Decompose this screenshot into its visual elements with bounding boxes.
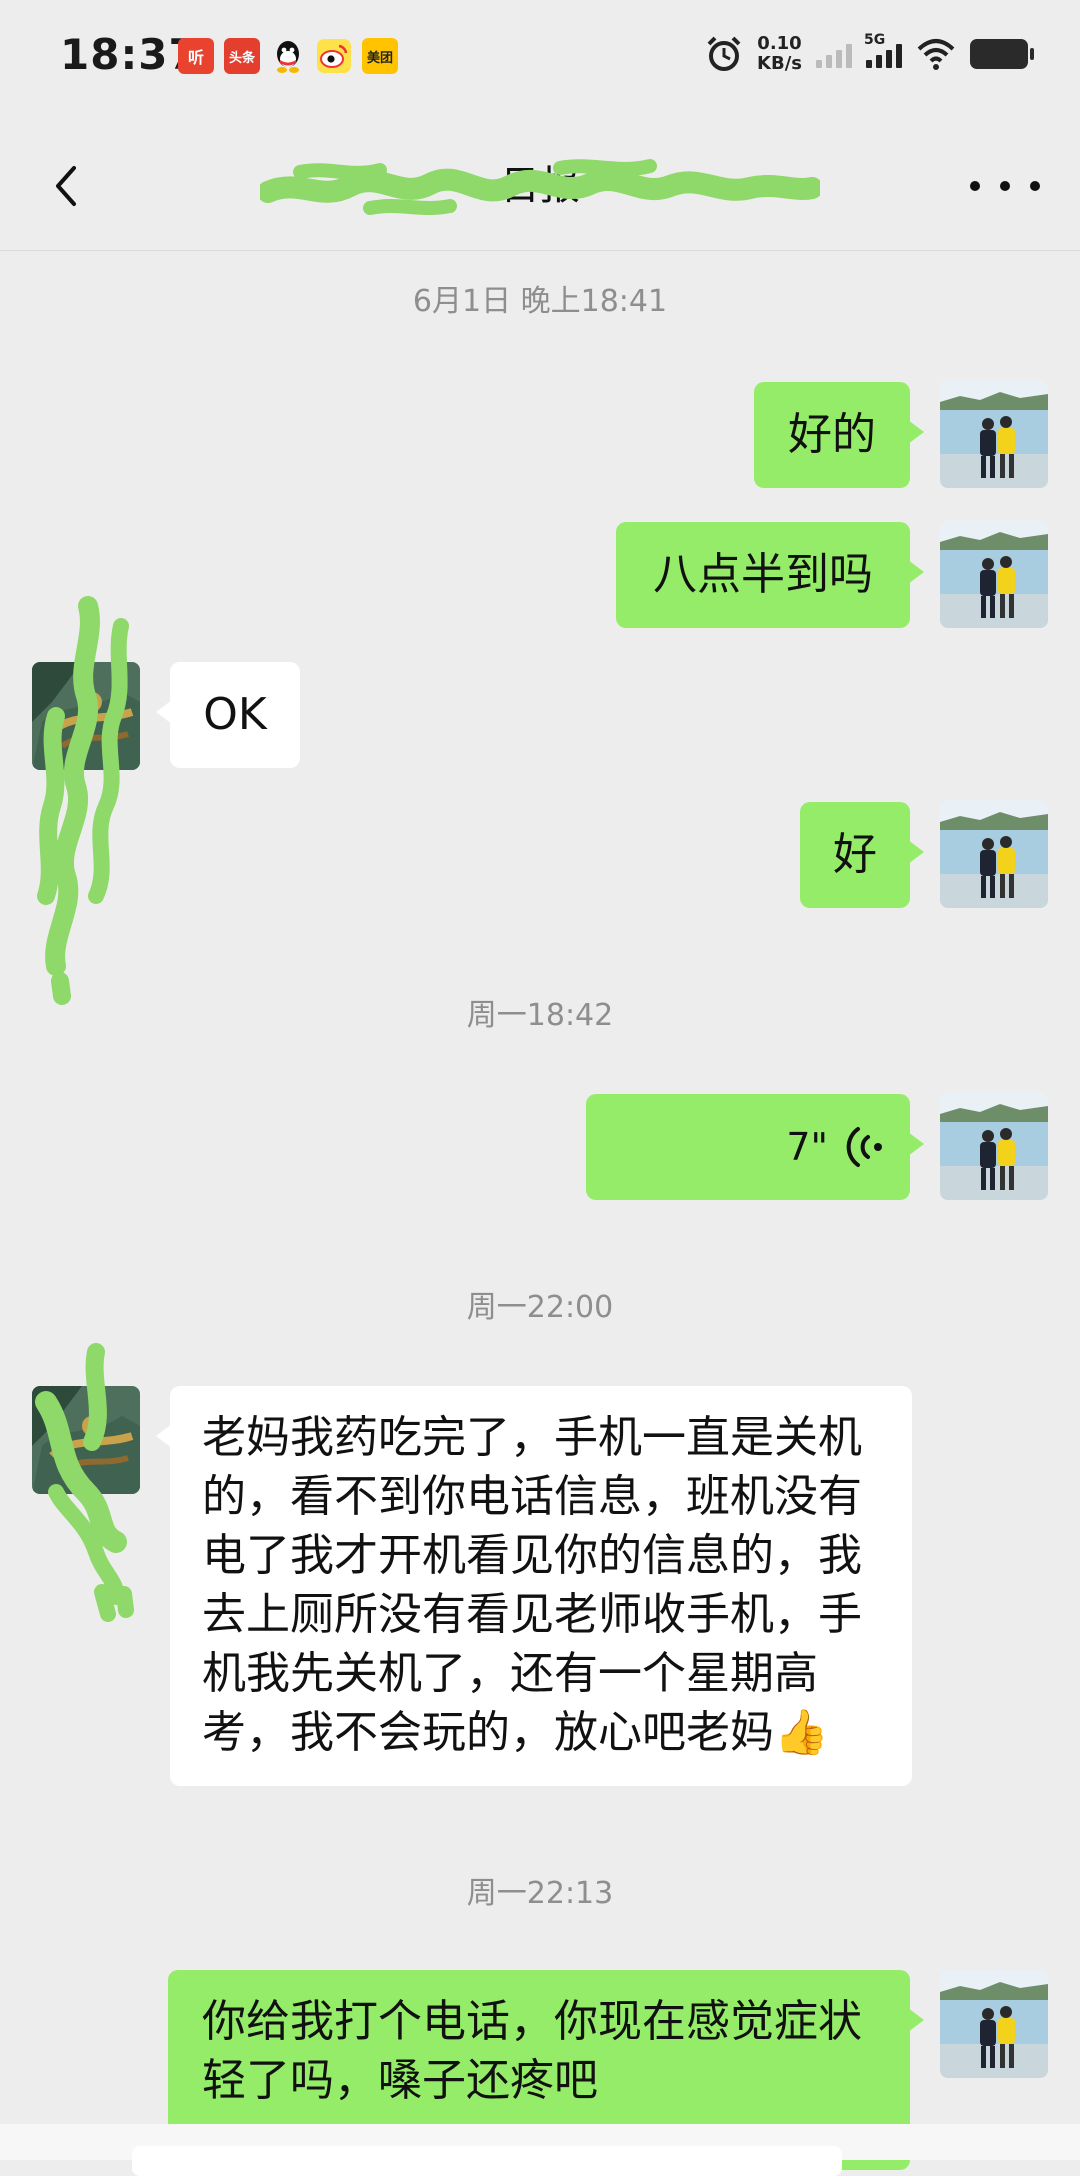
message-bubble-sent[interactable]: 八点半到吗 (616, 522, 924, 628)
avatar-redaction-scribble (37, 596, 129, 1005)
voice-duration: 7" (786, 1125, 828, 1169)
timestamp: 周一18:42 (466, 998, 614, 1033)
input-bar (0, 2124, 1080, 2176)
chevron-left-icon (56, 166, 76, 206)
wifi-icon (917, 39, 955, 70)
message-line: 电了我才开机看见你的信息的，我 (202, 1530, 862, 1581)
message-text: OK (203, 689, 267, 740)
message-input[interactable] (132, 2146, 842, 2176)
signal-sim1-icon (816, 40, 852, 68)
message-line: 的，看不到你电话信息，班机没有 (202, 1471, 862, 1522)
my-avatar[interactable] (940, 520, 1048, 628)
timestamp: 周一22:13 (466, 1876, 614, 1911)
my-avatar[interactable] (940, 1970, 1048, 2078)
battery-icon (970, 39, 1034, 69)
avatar-redaction-scribble (35, 1343, 134, 1622)
timestamp: 6月1日 晚上18:41 (412, 284, 668, 319)
my-avatar[interactable] (940, 1092, 1048, 1200)
message-bubble-received[interactable]: OK (156, 662, 300, 768)
voice-message-bubble[interactable]: 7" (586, 1094, 924, 1200)
toutiao-app-icon: 头条 (224, 38, 260, 74)
more-dot (1030, 181, 1040, 191)
network-speed-unit: KB/s (757, 53, 802, 74)
ting-app-icon: 听 (178, 38, 214, 74)
message-bubble-sent[interactable]: 好的 (754, 382, 924, 488)
message-line: 考，我不会玩的，放心吧老妈👍 (202, 1707, 829, 1758)
message-line: 你给我打个电话，你现在感觉症状 (202, 1996, 862, 2047)
alarm-icon (707, 36, 741, 71)
signal-5g-icon: 5G (864, 32, 902, 68)
message-line: 轻了吗，嗓子还疼吧 (202, 2055, 598, 2106)
message-bubble-received[interactable]: 老妈我药吃完了，手机一直是关机 的，看不到你电话信息，班机没有 电了我才开机看见… (156, 1386, 912, 1786)
message-text: 好 (833, 829, 877, 880)
my-avatar[interactable] (940, 380, 1048, 488)
message-line: 老妈我药吃完了，手机一直是关机 (202, 1412, 862, 1463)
back-button[interactable] (38, 156, 98, 216)
message-bubble-sent[interactable]: 好 (800, 802, 924, 908)
network-speed: 0.10 KB/s (757, 34, 802, 74)
more-options-button[interactable] (970, 166, 1040, 206)
timestamp: 周一22:00 (466, 1290, 614, 1325)
message-text: 好的 (788, 409, 876, 460)
more-dot (970, 181, 980, 191)
weibo-app-icon (316, 38, 352, 74)
network-type-label: 5G (864, 32, 886, 48)
message-text: 八点半到吗 (653, 549, 873, 600)
title-redaction-scribble (260, 159, 820, 215)
more-dot (1000, 181, 1010, 191)
my-avatar[interactable] (940, 800, 1048, 908)
network-speed-value: 0.10 (757, 33, 802, 54)
chat-header: 日报 (0, 118, 1080, 251)
notification-app-icons: 听 头条 美团 (178, 38, 398, 74)
voice-wave-icon (846, 1127, 882, 1167)
message-line: 机我先关机了，还有一个星期高 (202, 1648, 818, 1699)
status-bar: 18:37 听 头条 美团 0.10 KB/s 5G (0, 0, 1080, 118)
status-indicators: 0.10 KB/s 5G (705, 32, 1034, 74)
meituan-app-icon: 美团 (362, 38, 398, 74)
qq-app-icon (270, 38, 306, 74)
message-line: 去上厕所没有看见老师收手机，手 (202, 1589, 862, 1640)
